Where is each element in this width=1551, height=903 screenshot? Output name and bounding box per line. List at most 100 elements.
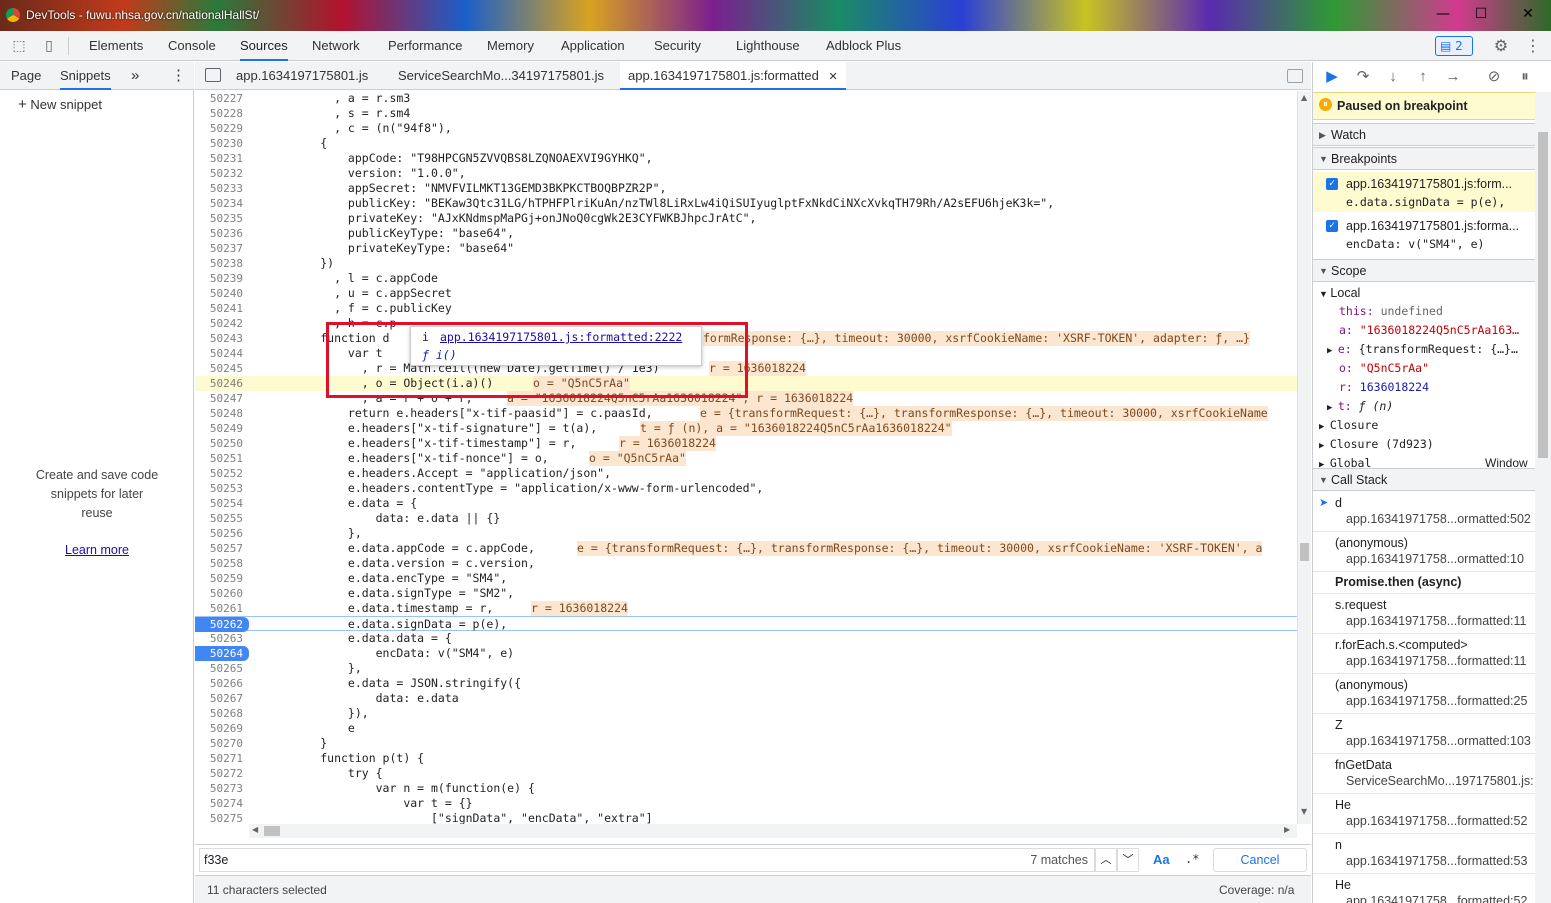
nav-tab-page[interactable]: Page — [11, 62, 41, 90]
line-number[interactable]: 50229 — [195, 121, 243, 136]
code-line[interactable]: 50267 data: e.data — [195, 691, 1297, 706]
toggle-debugger-icon[interactable] — [1287, 69, 1303, 83]
line-number[interactable]: 50240 — [195, 286, 243, 301]
line-number[interactable]: 50263 — [195, 631, 243, 646]
line-number[interactable]: 50266 — [195, 676, 243, 691]
tab-application[interactable]: Application — [561, 31, 625, 61]
call-frame[interactable]: fnGetData ServiceSearchMo...197175801.js: — [1313, 754, 1535, 794]
toggle-navigator-icon[interactable] — [205, 68, 221, 82]
sidebar-scroll-thumb[interactable] — [1538, 132, 1548, 458]
code-line[interactable]: 50229 , c = (n("94f8"), — [195, 121, 1297, 136]
close-tab-icon[interactable]: ✕ — [828, 71, 837, 83]
line-number[interactable]: 50228 — [195, 106, 243, 121]
line-number[interactable]: 50232 — [195, 166, 243, 181]
nav-more-tabs-icon[interactable]: » — [131, 62, 139, 90]
code-line[interactable]: 50261 e.data.timestamp = r, r = 163601822… — [195, 601, 1297, 616]
new-snippet-button[interactable]: + New snippet — [18, 96, 102, 113]
regex-button[interactable]: .* — [1185, 852, 1199, 866]
search-cancel-button[interactable]: Cancel — [1213, 848, 1307, 872]
code-line[interactable]: 50254 e.data = { — [195, 496, 1297, 511]
line-number[interactable]: 50230 — [195, 136, 243, 151]
line-number[interactable]: 50231 — [195, 151, 243, 166]
breakpoint-marker[interactable]: 50262 — [195, 617, 249, 632]
nav-menu-icon[interactable]: ⋮ — [171, 62, 186, 90]
line-number[interactable]: 50265 — [195, 661, 243, 676]
code-line[interactable]: 50235 privateKey: "AJxKNdmspMaPGj+onJNoQ… — [195, 211, 1297, 226]
code-line[interactable]: 50270 } — [195, 736, 1297, 751]
messages-badge[interactable]: ▤ 2 — [1435, 36, 1473, 56]
scroll-right-icon[interactable]: ▶ — [1284, 825, 1290, 834]
code-line[interactable]: 50255 data: e.data || {} — [195, 511, 1297, 526]
line-number[interactable]: 50244 — [195, 346, 243, 361]
breakpoint-marker[interactable]: 50264 — [195, 646, 249, 661]
line-number[interactable]: 50239 — [195, 271, 243, 286]
line-number[interactable]: 50237 — [195, 241, 243, 256]
step-over-icon[interactable]: ↷ — [1352, 66, 1374, 88]
line-number[interactable]: 50241 — [195, 301, 243, 316]
line-number[interactable]: 50261 — [195, 601, 243, 616]
code-line[interactable]: 50271 function p(t) { — [195, 751, 1297, 766]
device-toolbar-icon[interactable]: ▯ — [40, 37, 58, 55]
line-number[interactable]: 50268 — [195, 706, 243, 721]
code-line[interactable]: 50248 return e.headers["x-tif-paasid"] =… — [195, 406, 1297, 421]
code-editor[interactable]: 50227 , a = r.sm3 50228 , s = r.sm4 50229 … — [195, 91, 1297, 824]
line-number[interactable]: 50234 — [195, 196, 243, 211]
resume-icon[interactable]: ▶ — [1321, 66, 1343, 88]
code-line[interactable]: 50260 e.data.signType = "SM2", — [195, 586, 1297, 601]
deactivate-breakpoints-icon[interactable]: ⊘ — [1483, 66, 1505, 88]
call-frame[interactable]: He app.16341971758...formatted:52 — [1313, 794, 1535, 834]
code-line[interactable]: 50250 e.headers["x-tif-timestamp"] = r, r… — [195, 436, 1297, 451]
call-frame[interactable]: (anonymous) app.16341971758...formatted:2… — [1313, 674, 1535, 714]
step-icon[interactable]: → — [1442, 66, 1464, 88]
tab-elements[interactable]: Elements — [89, 31, 143, 61]
line-number[interactable]: 50250 — [195, 436, 243, 451]
line-number[interactable]: 50271 — [195, 751, 243, 766]
line-number[interactable]: 50255 — [195, 511, 243, 526]
code-line[interactable]: 50268 }), — [195, 706, 1297, 721]
code-line[interactable]: 50263 e.data.data = { — [195, 631, 1297, 646]
line-number[interactable]: 50259 — [195, 571, 243, 586]
code-line[interactable]: 50264 encData: v("SM4", e) — [195, 646, 1297, 661]
minimize-button[interactable]: — — [1433, 6, 1453, 22]
line-number[interactable]: 50246 — [195, 376, 243, 391]
search-prev-button[interactable]: ︿ — [1095, 848, 1117, 872]
scope-local-header[interactable]: ▼ Local — [1313, 284, 1535, 303]
callstack-section-header[interactable]: ▼ Call Stack — [1313, 468, 1535, 491]
scope-section-header[interactable]: ▼ Scope — [1313, 259, 1535, 282]
scope-closure-7d923[interactable]: ▶ Closure (7d923) — [1313, 435, 1535, 454]
call-frame[interactable]: Zapp.16341971758...ormatted:103 — [1313, 714, 1535, 754]
breakpoint-checkbox[interactable]: ✓ — [1326, 178, 1338, 190]
code-line[interactable]: 50253 e.headers.contentType = "applicati… — [195, 481, 1297, 496]
scroll-up-icon[interactable]: ▲ — [1301, 93, 1307, 102]
scroll-left-icon[interactable]: ◀ — [252, 825, 258, 834]
editor-vertical-scrollbar[interactable]: ▲ ▼ — [1297, 91, 1311, 824]
line-number[interactable]: 50249 — [195, 421, 243, 436]
line-number[interactable]: 50254 — [195, 496, 243, 511]
line-number[interactable]: 50251 — [195, 451, 243, 466]
code-line[interactable]: 50240 , u = c.appSecret — [195, 286, 1297, 301]
breakpoint-item[interactable]: ✓ app.1634197175801.js:forma... encData:… — [1313, 214, 1535, 256]
line-number[interactable]: 50269 — [195, 721, 243, 736]
code-line[interactable]: 50266 e.data = JSON.stringify({ — [195, 676, 1297, 691]
tab-sources[interactable]: Sources — [240, 31, 288, 61]
line-number[interactable]: 50252 — [195, 466, 243, 481]
more-options-icon[interactable]: ⋮ — [1524, 37, 1542, 55]
line-number[interactable]: 50243 — [195, 331, 243, 346]
code-line[interactable]: 50238 }) — [195, 256, 1297, 271]
line-number[interactable]: 50235 — [195, 211, 243, 226]
breakpoints-section-header[interactable]: ▼ Breakpoints — [1313, 147, 1535, 170]
code-line[interactable]: 50273 var n = m(function(e) { — [195, 781, 1297, 796]
line-number[interactable]: 50256 — [195, 526, 243, 541]
code-line[interactable]: 50239 , l = c.appCode — [195, 271, 1297, 286]
line-number[interactable]: 50258 — [195, 556, 243, 571]
code-line[interactable]: 50272 try { — [195, 766, 1297, 781]
search-input[interactable]: f33e 7 matches — [199, 848, 1095, 872]
close-window-button[interactable]: ✕ — [1518, 6, 1538, 22]
line-number[interactable]: 50245 — [195, 361, 243, 376]
code-line[interactable]: 50230 { — [195, 136, 1297, 151]
call-frame[interactable]: n app.16341971758...formatted:53 — [1313, 834, 1535, 874]
code-line[interactable]: 50252 e.headers.Accept = "application/js… — [195, 466, 1297, 481]
code-line[interactable]: 50241 , f = c.publicKey — [195, 301, 1297, 316]
editor-tab-app-js[interactable]: app.1634197175801.js — [236, 62, 368, 90]
code-line[interactable]: 50233 appSecret: "NMVFVILMKT13GEMD3BKPKC… — [195, 181, 1297, 196]
